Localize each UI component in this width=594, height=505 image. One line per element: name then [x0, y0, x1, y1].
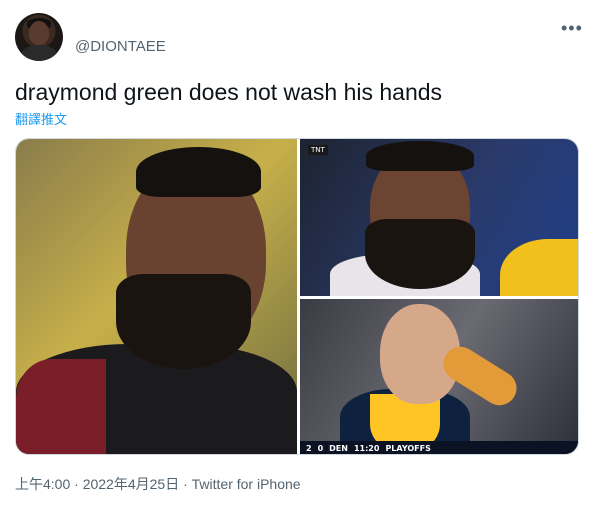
- beard-shape: [116, 274, 251, 369]
- scoreboard-right-score: 0: [317, 444, 324, 453]
- user-handle[interactable]: @DIONTAEE: [75, 38, 166, 55]
- avatar[interactable]: [15, 13, 63, 61]
- translate-tweet-link[interactable]: 翻譯推文: [15, 109, 67, 128]
- jersey-stripe: [500, 239, 578, 296]
- avatar-head: [29, 21, 49, 45]
- tweet-text: draymond green does not wash his hands: [15, 79, 443, 105]
- avatar-shoulders: [21, 45, 57, 61]
- media-photo-2[interactable]: TNT: [300, 139, 578, 296]
- hair-shape: [136, 147, 261, 197]
- scoreboard-right-team: DEN: [329, 444, 348, 453]
- tweet-timestamp[interactable]: 上午4:00 · 2022年4月25日 ·: [15, 476, 192, 492]
- scoreboard-bar: 2 0 DEN 11:20 PLAYOFFS: [300, 441, 578, 454]
- scoreboard-left-score: 2: [306, 444, 312, 453]
- scoreboard-clock: 11:20: [353, 444, 380, 453]
- jersey-trim: [16, 359, 106, 454]
- tweet-meta: 上午4:00 · 2022年4月25日 · Twitter for iPhone: [15, 474, 301, 494]
- beard-shape: [365, 219, 475, 289]
- broadcast-logo: TNT: [308, 145, 328, 155]
- media-photo-3[interactable]: 2 0 DEN 11:20 PLAYOFFS: [300, 299, 578, 454]
- tweet-media-grid: TNT 2 0 DEN 11:20 PLAYOFFS: [15, 138, 579, 455]
- media-photo-1[interactable]: [16, 139, 297, 454]
- hair-shape: [366, 141, 474, 171]
- more-options-icon[interactable]: •••: [561, 18, 583, 39]
- scoreboard-tag: PLAYOFFS: [385, 444, 431, 453]
- tweet-source-link[interactable]: Twitter for iPhone: [192, 476, 301, 492]
